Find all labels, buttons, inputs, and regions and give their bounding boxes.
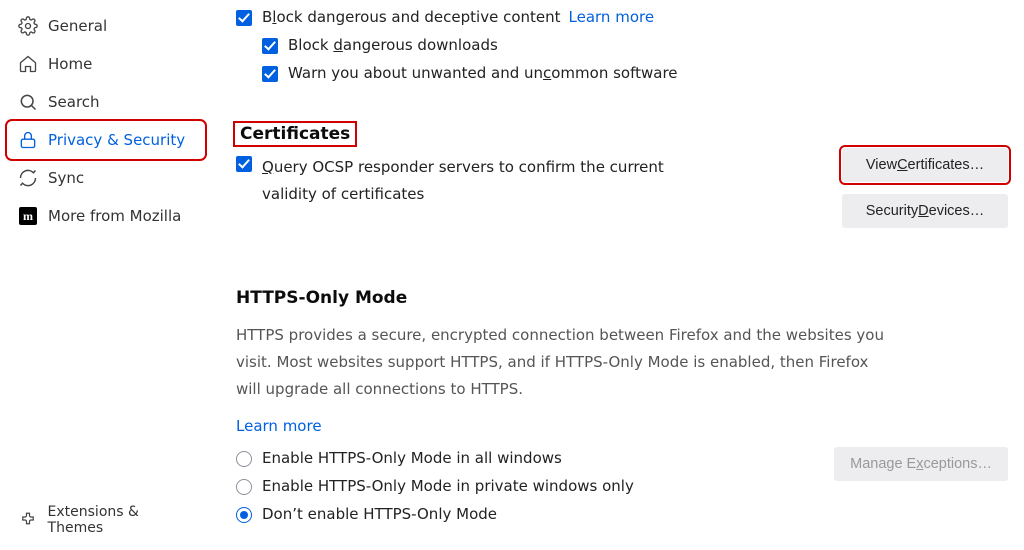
https-only-heading: HTTPS-Only Mode <box>236 288 407 308</box>
sidebar-item-label: Search <box>48 93 100 111</box>
sidebar-item-general[interactable]: General <box>8 8 204 44</box>
sidebar-item-extensions-themes[interactable]: Extensions & Themes <box>8 502 204 538</box>
block-downloads-label[interactable]: Block dangerous downloads <box>288 36 498 54</box>
https-only-section: HTTPS-Only Mode HTTPS provides a secure,… <box>236 288 1008 533</box>
sidebar-item-label: Home <box>48 55 92 73</box>
certificates-section: Certificates Query OCSP responder server… <box>236 124 1008 228</box>
sidebar-item-label: General <box>48 17 107 35</box>
https-only-description: HTTPS provides a secure, encrypted conne… <box>236 322 896 403</box>
ocsp-label[interactable]: Query OCSP responder servers to confirm … <box>262 154 722 208</box>
https-all-windows-radio[interactable] <box>236 451 252 467</box>
sidebar-item-more-from-mozilla[interactable]: m More from Mozilla <box>8 198 204 234</box>
ocsp-checkbox[interactable] <box>236 156 252 172</box>
lock-icon <box>16 130 40 150</box>
warn-uncommon-checkbox[interactable] <box>262 66 278 82</box>
https-private-only-radio[interactable] <box>236 479 252 495</box>
https-private-only-label[interactable]: Enable HTTPS-Only Mode in private window… <box>262 477 634 495</box>
view-certificates-button[interactable]: View Certificates… <box>842 148 1008 182</box>
https-disabled-label[interactable]: Don’t enable HTTPS-Only Mode <box>262 505 497 523</box>
https-all-windows-label[interactable]: Enable HTTPS-Only Mode in all windows <box>262 449 562 467</box>
puzzle-icon <box>16 511 40 529</box>
block-deceptive-label[interactable]: Block dangerous and deceptive content <box>262 8 561 26</box>
sync-icon <box>16 168 40 188</box>
https-disabled-radio[interactable] <box>236 507 252 523</box>
mozilla-icon: m <box>16 207 40 225</box>
https-learn-more-link[interactable]: Learn more <box>236 417 322 435</box>
sidebar-item-label: Sync <box>48 169 84 187</box>
learn-more-link[interactable]: Learn more <box>569 8 655 26</box>
gear-icon <box>16 16 40 36</box>
home-icon <box>16 54 40 74</box>
sidebar-item-privacy-security[interactable]: Privacy & Security <box>8 122 204 158</box>
sidebar-item-label: Privacy & Security <box>48 131 185 149</box>
sidebar-item-search[interactable]: Search <box>8 84 204 120</box>
sidebar-item-sync[interactable]: Sync <box>8 160 204 196</box>
block-downloads-checkbox[interactable] <box>262 38 278 54</box>
warn-uncommon-label[interactable]: Warn you about unwanted and uncommon sof… <box>288 64 678 82</box>
sidebar-item-home[interactable]: Home <box>8 46 204 82</box>
main-content: Block dangerous and deceptive content Le… <box>212 0 1024 550</box>
certificates-heading: Certificates <box>236 124 354 144</box>
sidebar-item-label: Extensions & Themes <box>48 504 196 536</box>
security-devices-button[interactable]: Security Devices… <box>842 194 1008 228</box>
sidebar-item-label: More from Mozilla <box>48 207 181 225</box>
search-icon <box>16 92 40 112</box>
block-deceptive-checkbox[interactable] <box>236 10 252 26</box>
sidebar: General Home Search Privacy & Security S… <box>0 0 212 550</box>
manage-exceptions-button: Manage Exceptions… <box>834 447 1008 481</box>
